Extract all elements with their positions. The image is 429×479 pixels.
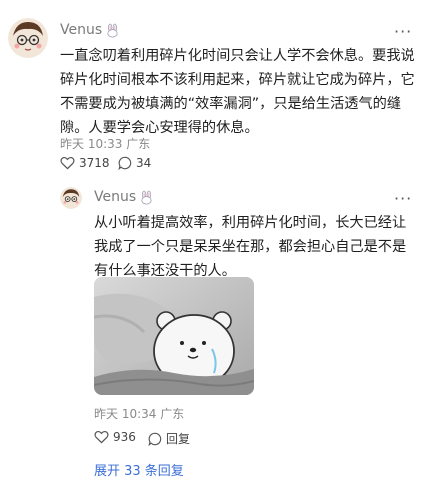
reply-button-label: 回复 (166, 432, 191, 446)
reply-text-line: 我成了一个只是呆呆坐在那，都会担心自己是不是 (94, 239, 407, 255)
reply-count: 34 (136, 156, 152, 170)
reply-text: 从小听着提高效率，利用碎片化时间，长大已经让 我成了一个只是呆呆坐在那，都会担心… (94, 211, 424, 283)
reply-text-line: 从小听着提高效率，利用碎片化时间，长大已经让 (94, 215, 407, 231)
reply-button[interactable]: 回复 (148, 430, 190, 447)
author-name[interactable]: Venus (60, 22, 102, 38)
reply-count-button[interactable]: 34 (118, 156, 151, 170)
rabbit-emoji-icon (141, 190, 152, 204)
rabbit-emoji-icon (107, 23, 118, 37)
reply-author-avatar[interactable] (60, 187, 82, 209)
heart-icon (94, 431, 109, 444)
reply-like-count: 936 (113, 430, 136, 444)
reply-meta: 昨天 10:34 广东 (94, 407, 185, 421)
comment-text-line: 不需要成为被填满的“效率漏洞”，只是给生活透气的缝 (60, 96, 402, 112)
comment-meta: 昨天 10:33 广东 (60, 137, 151, 151)
reply-author-row[interactable]: Venus (94, 189, 154, 205)
heart-icon (60, 157, 75, 170)
comment-bubble-icon (148, 432, 162, 446)
comment-text: 一直念叨着利用碎片化时间只会让人学不会休息。要我说 碎片化时间根本不该利用起来，… (60, 44, 422, 140)
more-options-icon[interactable]: ··· (394, 22, 412, 41)
comment-text-line: 一直念叨着利用碎片化时间只会让人学不会休息。要我说 (60, 48, 415, 64)
reply-image[interactable] (94, 277, 254, 395)
reply-like-button[interactable]: 936 (94, 430, 136, 444)
like-button[interactable]: 3718 (60, 156, 110, 170)
comment-bubble-icon (118, 156, 132, 170)
reply-more-options-icon[interactable]: ··· (394, 189, 412, 208)
comment-text-line: 碎片化时间根本不该利用起来，碎片就让它成为碎片，它 (60, 72, 415, 88)
reply-author-name[interactable]: Venus (94, 189, 136, 205)
like-count: 3718 (79, 156, 110, 170)
author-avatar[interactable] (8, 18, 48, 58)
author-name-row[interactable]: Venus (60, 22, 120, 38)
expand-replies-link[interactable]: 展开 33 条回复 (94, 460, 184, 479)
